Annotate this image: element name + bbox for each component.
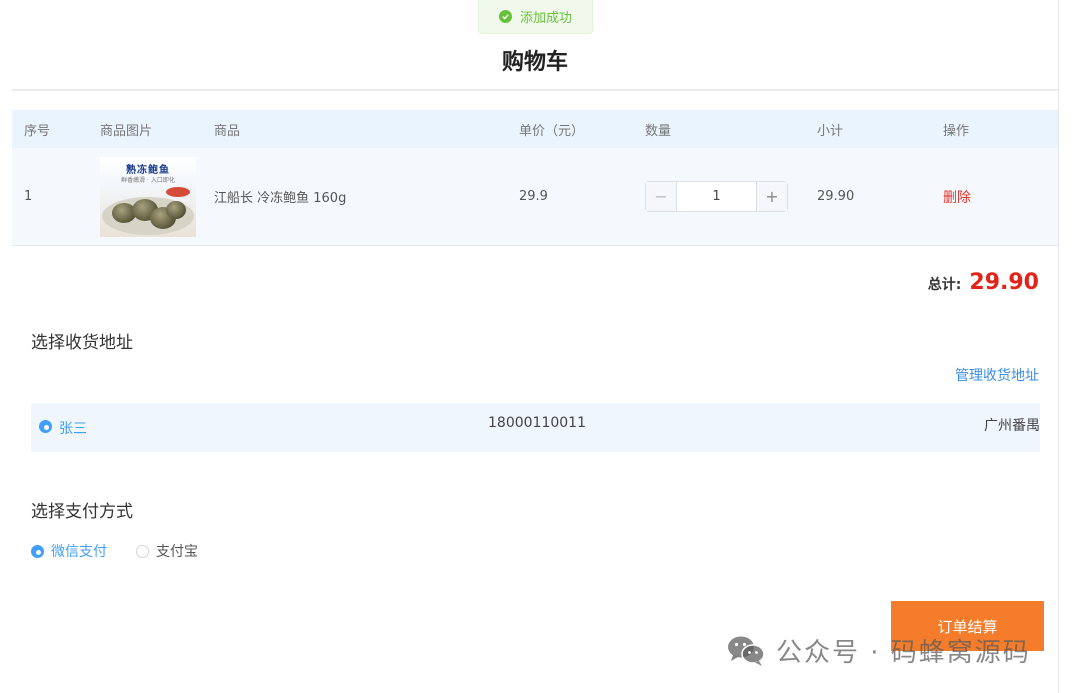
delete-button[interactable]: 删除	[943, 190, 971, 206]
address-phone: 18000110011	[488, 415, 586, 431]
order-total: 总计: 29.90	[928, 270, 1039, 295]
address-city: 广州番禺	[984, 418, 1040, 434]
product-name[interactable]: 江船长 冷冻鲍鱼 160g	[214, 187, 519, 206]
col-header-price: 单价（元）	[519, 123, 585, 139]
alipay-label: 支付宝	[156, 544, 198, 560]
product-image-subtitle: 鲜香嫩滑 · 入口即化	[121, 176, 175, 184]
wechat-pay-label: 微信支付	[51, 544, 107, 560]
title-divider	[12, 89, 1058, 91]
col-header-image: 商品图片	[100, 123, 153, 139]
col-header-index: 序号	[24, 123, 51, 139]
payment-section-title: 选择支付方式	[31, 502, 133, 522]
success-toast: 添加成功	[478, 0, 593, 34]
watermark: 公众号 · 码蜂窝源码	[726, 632, 1031, 669]
table-row: 1 熟冻鲍鱼 鲜香嫩滑 · 入口即化 江船长 冷冻鲍鱼 160g 29.9 − …	[12, 148, 1058, 246]
product-image-title: 熟冻鲍鱼	[126, 164, 170, 176]
address-option[interactable]: 张三 18000110011 广州番禺	[31, 403, 1040, 452]
col-header-product: 商品	[214, 123, 241, 139]
table-header: 序号 商品图片 商品 单价（元） 数量 小计 操作	[12, 110, 1058, 148]
check-circle-icon	[498, 10, 512, 23]
toast-message: 添加成功	[519, 11, 572, 26]
payment-option-wechat[interactable]: 微信支付	[31, 541, 107, 561]
unit-price: 29.9	[519, 189, 548, 204]
total-label: 总计:	[927, 277, 962, 293]
total-value: 29.90	[969, 270, 1039, 295]
address-radio[interactable]	[39, 420, 52, 433]
watermark-text: 公众号 · 码蜂窝源码	[776, 638, 1031, 668]
address-name: 张三	[59, 421, 87, 437]
wechat-pay-radio[interactable]	[31, 544, 44, 558]
row-index: 1	[24, 189, 33, 204]
quantity-stepper: − 1 +	[645, 181, 788, 212]
product-image[interactable]: 熟冻鲍鱼 鲜香嫩滑 · 入口即化	[100, 156, 196, 237]
col-header-quantity: 数量	[645, 123, 672, 139]
payment-option-alipay[interactable]: 支付宝	[136, 541, 198, 561]
decrease-button[interactable]: −	[646, 182, 677, 211]
col-header-subtotal: 小计	[817, 123, 844, 139]
manage-address-link[interactable]: 管理收货地址	[955, 365, 1039, 385]
wechat-icon	[728, 636, 765, 666]
page-title: 购物车	[501, 50, 568, 75]
increase-button[interactable]: +	[756, 182, 787, 211]
alipay-radio[interactable]	[136, 544, 149, 558]
subtotal: 29.90	[817, 189, 855, 204]
quantity-input[interactable]: 1	[677, 182, 756, 211]
address-section-title: 选择收货地址	[31, 333, 133, 353]
frame-edge	[1058, 0, 1080, 693]
cart-table: 序号 商品图片 商品 单价（元） 数量 小计 操作 1 熟冻鲍鱼 鲜香嫩滑 · …	[12, 110, 1058, 246]
col-header-action: 操作	[943, 123, 970, 139]
